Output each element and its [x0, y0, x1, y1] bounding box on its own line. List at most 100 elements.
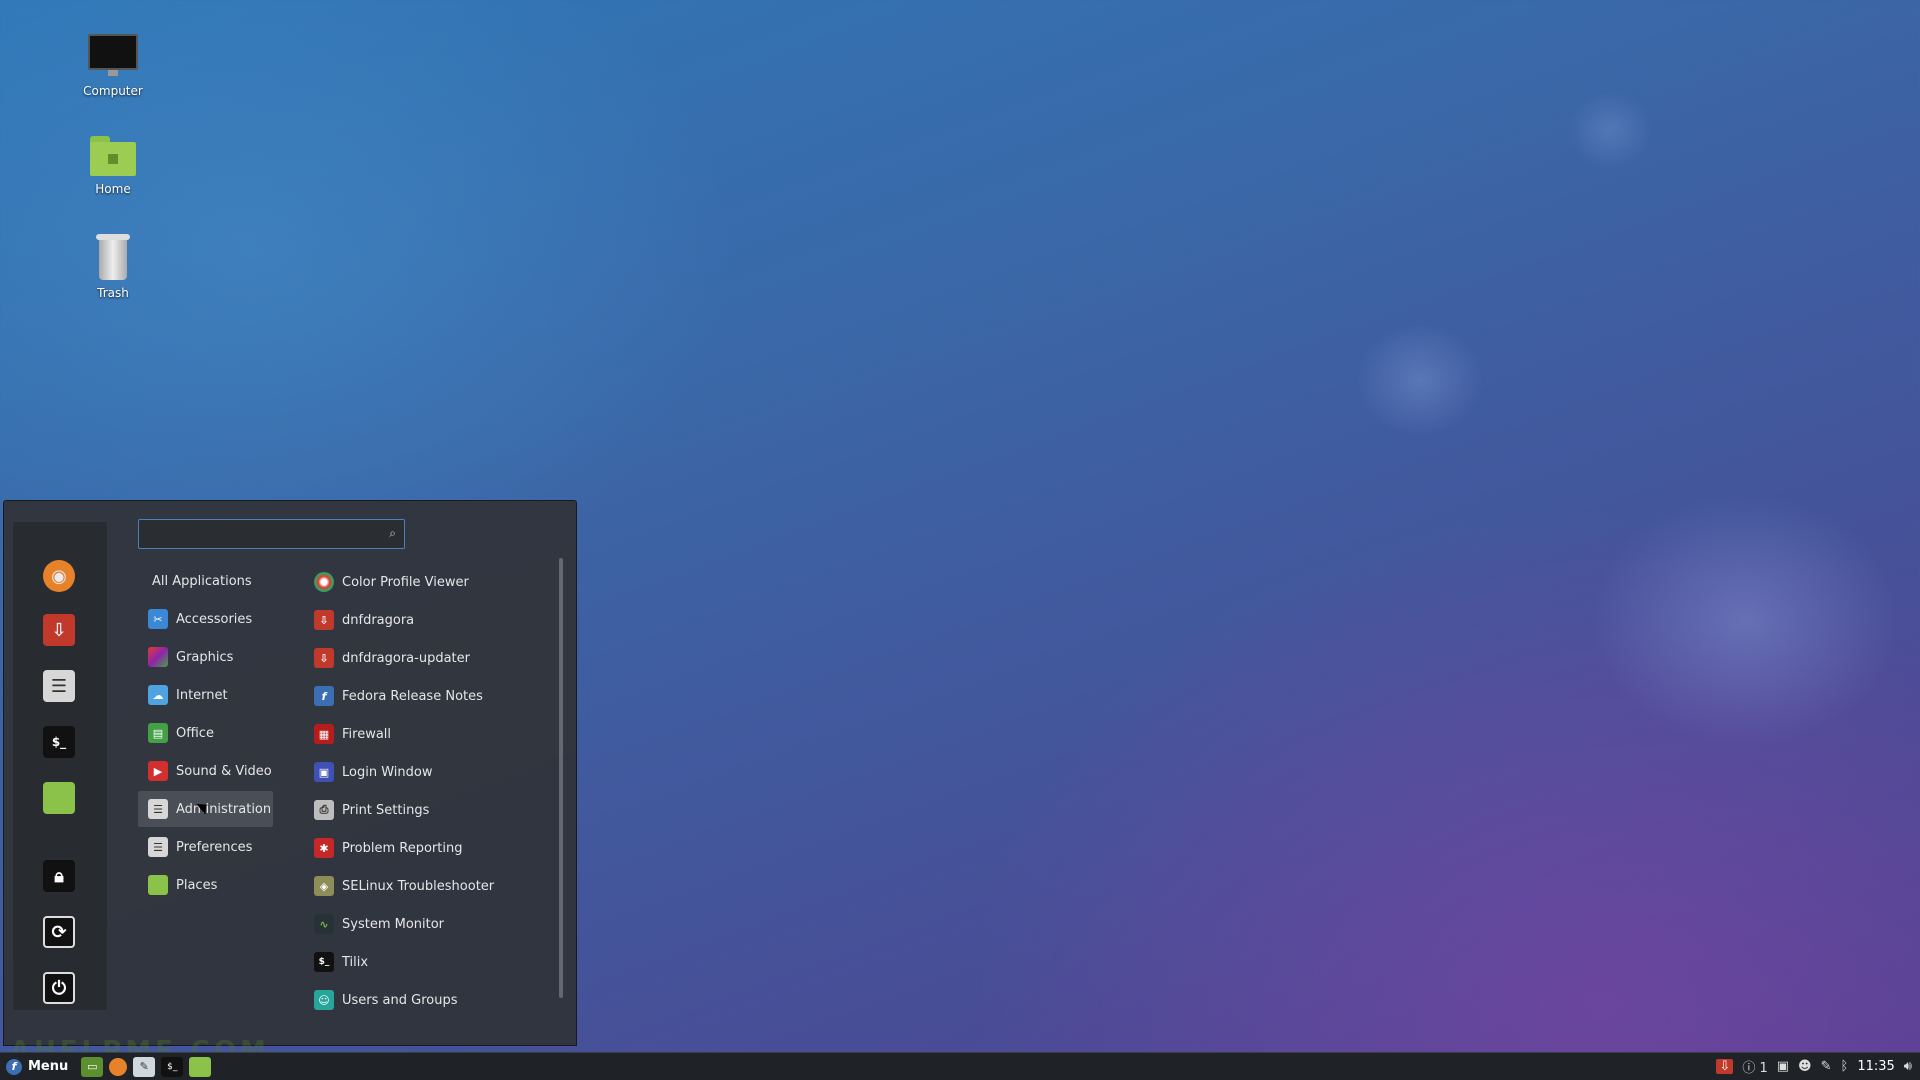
category-graphics[interactable]: Graphics — [138, 639, 273, 675]
category-accessories[interactable]: ✂ Accessories — [138, 601, 273, 637]
user-icon[interactable]: ☻ — [1798, 1059, 1812, 1074]
category-places[interactable]: Places — [138, 867, 273, 903]
category-sound-video[interactable]: ▶ Sound & Video — [138, 753, 273, 789]
system-monitor-icon: ∿ — [314, 914, 334, 934]
app-system-monitor[interactable]: ∿ System Monitor — [314, 905, 554, 943]
sound-video-icon: ▶ — [148, 761, 168, 781]
app-label: dnfdragora — [342, 612, 415, 628]
category-label: Office — [176, 725, 214, 741]
app-dnfdragora[interactable]: ⇩ dnfdragora — [314, 601, 554, 639]
app-label: SELinux Troubleshooter — [342, 878, 495, 894]
menu-button[interactable]: f Menu — [0, 1053, 78, 1080]
desktop-icon-label: Trash — [97, 286, 129, 300]
application-list: Color Profile Viewer ⇩ dnfdragora ⇩ dnfdra… — [314, 563, 554, 1019]
app-firewall[interactable]: ▦ Firewall — [314, 715, 554, 753]
dnfdragora-updater-icon: ⇩ — [314, 648, 334, 668]
power-icon[interactable]: ⏻ — [43, 972, 75, 1004]
app-print-settings[interactable]: ⎙ Print Settings — [314, 791, 554, 829]
pen-icon[interactable]: ✎ — [1821, 1059, 1832, 1074]
preferences-icon: ☰ — [148, 837, 168, 857]
files-launcher-icon[interactable] — [189, 1056, 212, 1077]
application-list-scrollbar[interactable] — [559, 558, 563, 998]
administration-icon: ☰ — [148, 799, 168, 819]
login-window-icon: ▣ — [314, 762, 334, 782]
app-dnfdragora-updater[interactable]: ⇩ dnfdragora-updater — [314, 639, 554, 677]
app-label: dnfdragora-updater — [342, 650, 470, 666]
firefox-launcher-icon[interactable] — [109, 1057, 128, 1076]
category-office[interactable]: ▤ Office — [138, 715, 273, 751]
taskbar: f Menu ▭ ✎ $_ ⇩ ⓘ 1 ▣ ☻ ✎ ᛒ 11:35 🔊︎ — [0, 1052, 1920, 1080]
bluetooth-icon[interactable]: ᛒ — [1841, 1059, 1849, 1074]
bug-icon: ✱ — [314, 838, 334, 858]
category-label: Places — [176, 877, 218, 893]
firewall-icon: ▦ — [314, 724, 334, 744]
category-label: Accessories — [176, 611, 253, 627]
app-label: Firewall — [342, 726, 392, 742]
app-label: Tilix — [342, 954, 369, 970]
category-label: Internet — [176, 687, 228, 703]
app-label: Color Profile Viewer — [342, 574, 469, 590]
desktop-icon-label: Home — [95, 182, 131, 196]
show-desktop-icon[interactable]: ▭ — [81, 1056, 104, 1077]
volume-icon[interactable]: 🔊︎ — [1904, 1059, 1912, 1074]
desktop-icon-label: Computer — [83, 84, 143, 98]
category-preferences[interactable]: ☰ Preferences — [138, 829, 273, 865]
app-label: Print Settings — [342, 802, 430, 818]
text-editor-icon[interactable]: ✎ — [133, 1056, 156, 1077]
update-tray-icon[interactable]: ⇩ — [1716, 1059, 1734, 1074]
home-folder-icon — [90, 136, 136, 176]
lock-screen-icon[interactable]: 🔒︎ — [43, 860, 75, 892]
app-tilix[interactable]: $_ Tilix — [314, 943, 554, 981]
terminal-icon[interactable]: $_ — [43, 726, 75, 758]
places-icon — [148, 875, 168, 895]
category-label: Administration — [176, 801, 272, 817]
color-profile-icon — [314, 572, 334, 592]
app-label: Problem Reporting — [342, 840, 463, 856]
desktop-icon-trash[interactable]: Trash — [58, 234, 168, 300]
menu-button-label: Menu — [28, 1059, 69, 1074]
software-update-icon[interactable]: ⇩ — [43, 614, 75, 646]
search-icon: ⌕ — [389, 526, 396, 540]
category-label: Sound & Video — [176, 763, 272, 779]
app-label: System Monitor — [342, 916, 445, 932]
app-label: Fedora Release Notes — [342, 688, 483, 704]
search-input[interactable] — [139, 520, 369, 546]
selinux-icon: ◈ — [314, 876, 334, 896]
firefox-icon[interactable]: ◉ — [43, 560, 75, 592]
app-selinux-troubleshooter[interactable]: ◈ SELinux Troubleshooter — [314, 867, 554, 905]
logout-icon[interactable]: ⟳ — [43, 916, 75, 948]
system-tray: ⇩ ⓘ 1 ▣ ☻ ✎ ᛒ 11:35 🔊︎ — [1716, 1053, 1920, 1080]
desktop-icon-computer[interactable]: Computer — [58, 34, 168, 98]
app-color-profile-viewer[interactable]: Color Profile Viewer — [314, 563, 554, 601]
category-label: All Applications — [152, 573, 252, 589]
trash-icon — [96, 234, 130, 280]
notification-count: 1 — [1759, 1061, 1768, 1076]
fedora-icon: f — [314, 686, 334, 706]
favorites-sidebar: ◉ ⇩ ☰ $_ 🔒︎ ⟳ ⏻ — [12, 521, 108, 1011]
clock[interactable]: 11:35 — [1857, 1059, 1894, 1074]
printer-icon: ⎙ — [314, 800, 334, 820]
category-label: Graphics — [176, 649, 234, 665]
app-login-window[interactable]: ▣ Login Window — [314, 753, 554, 791]
application-menu: ◉ ⇩ ☰ $_ 🔒︎ ⟳ ⏻ ⌕ All Applications ✂ Acce… — [3, 500, 577, 1046]
settings-icon[interactable]: ☰ — [43, 670, 75, 702]
files-icon[interactable] — [43, 782, 75, 814]
category-internet[interactable]: ☁ Internet — [138, 677, 273, 713]
app-users-and-groups[interactable]: ☺ Users and Groups — [314, 981, 554, 1019]
notifications-icon[interactable]: ⓘ 1 — [1742, 1057, 1767, 1076]
app-problem-reporting[interactable]: ✱ Problem Reporting — [314, 829, 554, 867]
dnfdragora-icon: ⇩ — [314, 610, 334, 630]
users-icon: ☺ — [314, 990, 334, 1010]
office-icon: ▤ — [148, 723, 168, 743]
keyboard-icon[interactable]: ▣ — [1777, 1059, 1789, 1074]
category-all-applications[interactable]: All Applications — [138, 563, 273, 599]
tilix-icon: $_ — [314, 952, 334, 972]
computer-icon — [88, 34, 138, 78]
desktop-icon-home[interactable]: Home — [58, 136, 168, 196]
app-label: Login Window — [342, 764, 433, 780]
accessories-icon: ✂ — [148, 609, 168, 629]
terminal-launcher-icon[interactable]: $_ — [161, 1056, 184, 1077]
search-box: ⌕ — [138, 519, 405, 549]
app-fedora-release-notes[interactable]: f Fedora Release Notes — [314, 677, 554, 715]
category-list: All Applications ✂ Accessories Graphics ☁… — [138, 563, 273, 905]
